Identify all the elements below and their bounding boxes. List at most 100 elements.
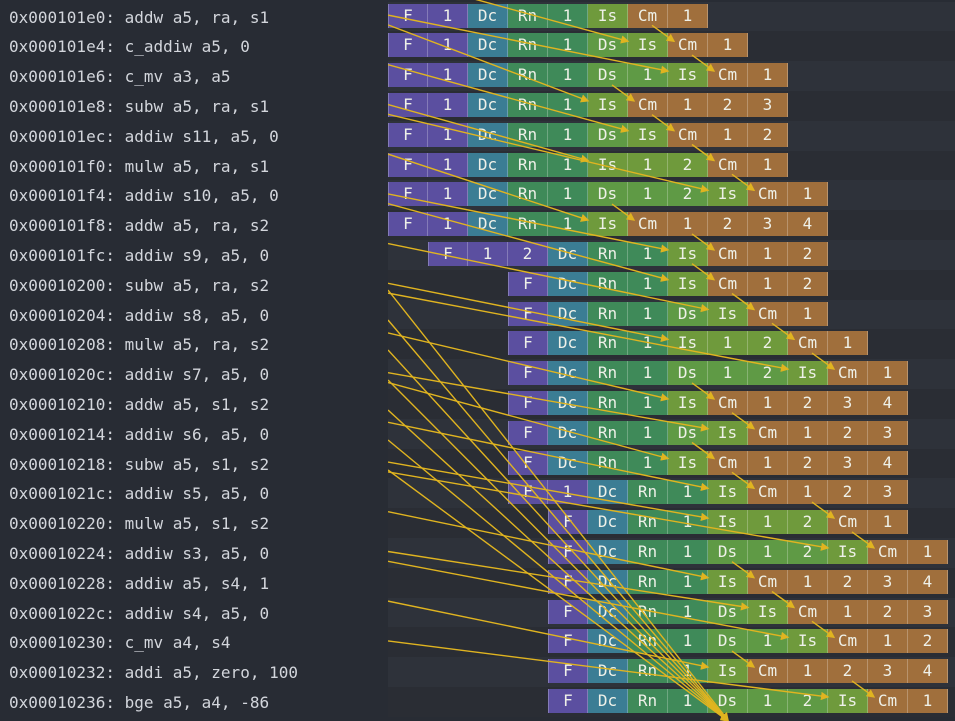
stage-cell-rn: Rn: [628, 510, 668, 535]
stage-cell-ds: 2: [668, 182, 708, 207]
instruction-label[interactable]: 0x00010200: subw a5, ra, s2: [9, 271, 269, 300]
stage-cell-cm: 3: [748, 92, 788, 117]
stage-cell-cm: Cm: [628, 212, 668, 237]
stage-cell-is: 1: [628, 152, 668, 177]
stage-cell-rn: 1: [628, 241, 668, 266]
stage-cell-rn: 1: [548, 33, 588, 58]
instruction-label[interactable]: 0x000101f0: mulw a5, ra, s1: [9, 152, 269, 181]
stage-cell-cm: 1: [788, 301, 828, 326]
stage-cell-cm: 2: [828, 420, 868, 445]
instruction-label[interactable]: 0x000101e6: c_mv a3, a5: [9, 62, 231, 91]
stage-cell-dc: Dc: [468, 182, 508, 207]
stage-cell-f: F: [548, 688, 588, 713]
stage-cell-f: F: [508, 450, 548, 475]
instruction-label[interactable]: 0x0001020c: addiw s7, a5, 0: [9, 360, 269, 389]
stage-cell-is: Is: [628, 122, 668, 147]
instruction-label[interactable]: 0x000101fc: addiw s9, a5, 0: [9, 241, 269, 270]
stage-cell-dc: Dc: [468, 63, 508, 88]
stage-cell-dc: Dc: [468, 152, 508, 177]
stage-cell-is: Is: [668, 63, 708, 88]
stage-cell-f: F: [428, 241, 468, 266]
instruction-label[interactable]: 0x00010232: addi a5, zero, 100: [9, 658, 298, 687]
stage-cell-cm: 1: [828, 331, 868, 356]
instruction-label[interactable]: 0x000101e8: subw a5, ra, s1: [9, 92, 269, 121]
instruction-label[interactable]: 0x00010220: mulw a5, s1, s2: [9, 509, 269, 538]
stage-cell-cm: Cm: [708, 271, 748, 296]
stage-cell-is: Is: [708, 182, 748, 207]
stage-cell-rn: 1: [628, 331, 668, 356]
stage-cell-dc: Dc: [548, 390, 588, 415]
stage-cell-cm: 2: [908, 629, 948, 654]
stage-cell-cm: Cm: [788, 599, 828, 624]
stage-cell-cm: 3: [828, 450, 868, 475]
stage-cell-rn: 1: [668, 659, 708, 684]
stage-cell-dc: Dc: [588, 510, 628, 535]
stage-cell-f: F: [508, 271, 548, 296]
instruction-label[interactable]: 0x00010208: mulw a5, ra, s2: [9, 330, 269, 359]
stage-cell-rn: 1: [548, 122, 588, 147]
stage-cell-f: 1: [428, 212, 468, 237]
stage-cell-rn: 1: [668, 599, 708, 624]
stage-cell-f: F: [508, 420, 548, 445]
stage-cell-is: Is: [708, 569, 748, 594]
stage-cell-cm: 1: [788, 420, 828, 445]
stage-cell-cm: 1: [908, 688, 948, 713]
stage-cell-f: 1: [428, 33, 468, 58]
stage-cell-cm: Cm: [628, 92, 668, 117]
instruction-label[interactable]: 0x00010236: bge a5, a4, -86: [9, 688, 269, 717]
instruction-label[interactable]: 0x00010204: addiw s8, a5, 0: [9, 301, 269, 330]
stage-cell-cm: 3: [908, 599, 948, 624]
stage-cell-dc: Dc: [548, 301, 588, 326]
stage-cell-rn: 1: [668, 510, 708, 535]
stage-cell-cm: 1: [908, 539, 948, 564]
instruction-label[interactable]: 0x000101e4: c_addiw a5, 0: [9, 32, 250, 61]
stage-cell-cm: 2: [708, 212, 748, 237]
stage-cell-dc: Dc: [588, 480, 628, 505]
instruction-label[interactable]: 0x00010228: addiw a5, s4, 1: [9, 569, 269, 598]
instruction-label[interactable]: 0x000101f4: addiw s10, a5, 0: [9, 181, 279, 210]
stage-cell-cm: 1: [708, 122, 748, 147]
stage-cell-cm: 1: [868, 361, 908, 386]
stage-cell-cm: Cm: [708, 152, 748, 177]
instruction-label[interactable]: 0x00010224: addiw s3, a5, 0: [9, 539, 269, 568]
stage-cell-f: F: [548, 659, 588, 684]
stage-cell-cm: 1: [788, 182, 828, 207]
stage-cell-rn: 1: [548, 92, 588, 117]
stage-cell-ds: 1: [708, 361, 748, 386]
stage-cell-f: 1: [468, 241, 508, 266]
stage-cell-cm: 2: [788, 450, 828, 475]
stage-cell-cm: Cm: [868, 539, 908, 564]
instruction-label[interactable]: 0x00010214: addiw s6, a5, 0: [9, 420, 269, 449]
stage-cell-dc: Dc: [588, 599, 628, 624]
stage-cell-rn: 1: [628, 361, 668, 386]
instruction-label[interactable]: 0x000101ec: addiw s11, a5, 0: [9, 122, 279, 151]
instruction-label[interactable]: 0x00010230: c_mv a4, s4: [9, 628, 231, 657]
instruction-label[interactable]: 0x000101e0: addw a5, ra, s1: [9, 3, 269, 32]
stage-cell-ds: 2: [748, 361, 788, 386]
stage-cell-f: F: [388, 63, 428, 88]
stage-cell-rn: 1: [628, 301, 668, 326]
instruction-label[interactable]: 0x0001022c: addiw s4, a5, 0: [9, 599, 269, 628]
stage-cell-cm: 2: [708, 92, 748, 117]
stage-cell-cm: 2: [748, 122, 788, 147]
stage-cell-cm: 3: [868, 569, 908, 594]
stage-cell-cm: 1: [748, 241, 788, 266]
stage-cell-rn: Rn: [588, 361, 628, 386]
stage-cell-cm: Cm: [868, 688, 908, 713]
instruction-label[interactable]: 0x00010218: subw a5, s1, s2: [9, 450, 269, 479]
stage-cell-f: F: [388, 92, 428, 117]
instruction-label[interactable]: 0x000101f8: addw a5, ra, s2: [9, 211, 269, 240]
stage-cell-rn: Rn: [508, 122, 548, 147]
stage-cell-f: F: [508, 331, 548, 356]
stage-cell-f: F: [388, 3, 428, 28]
stage-cell-cm: Cm: [668, 122, 708, 147]
stage-cell-rn: Rn: [628, 539, 668, 564]
instruction-label[interactable]: 0x00010210: addw a5, s1, s2: [9, 390, 269, 419]
stage-cell-f: 1: [428, 152, 468, 177]
stage-cell-cm: 1: [668, 3, 708, 28]
stage-cell-cm: 4: [868, 390, 908, 415]
stage-cell-f: F: [388, 33, 428, 58]
instruction-label[interactable]: 0x0001021c: addiw s5, a5, 0: [9, 479, 269, 508]
stage-cell-f: F: [388, 182, 428, 207]
stage-cell-is: Is: [748, 599, 788, 624]
